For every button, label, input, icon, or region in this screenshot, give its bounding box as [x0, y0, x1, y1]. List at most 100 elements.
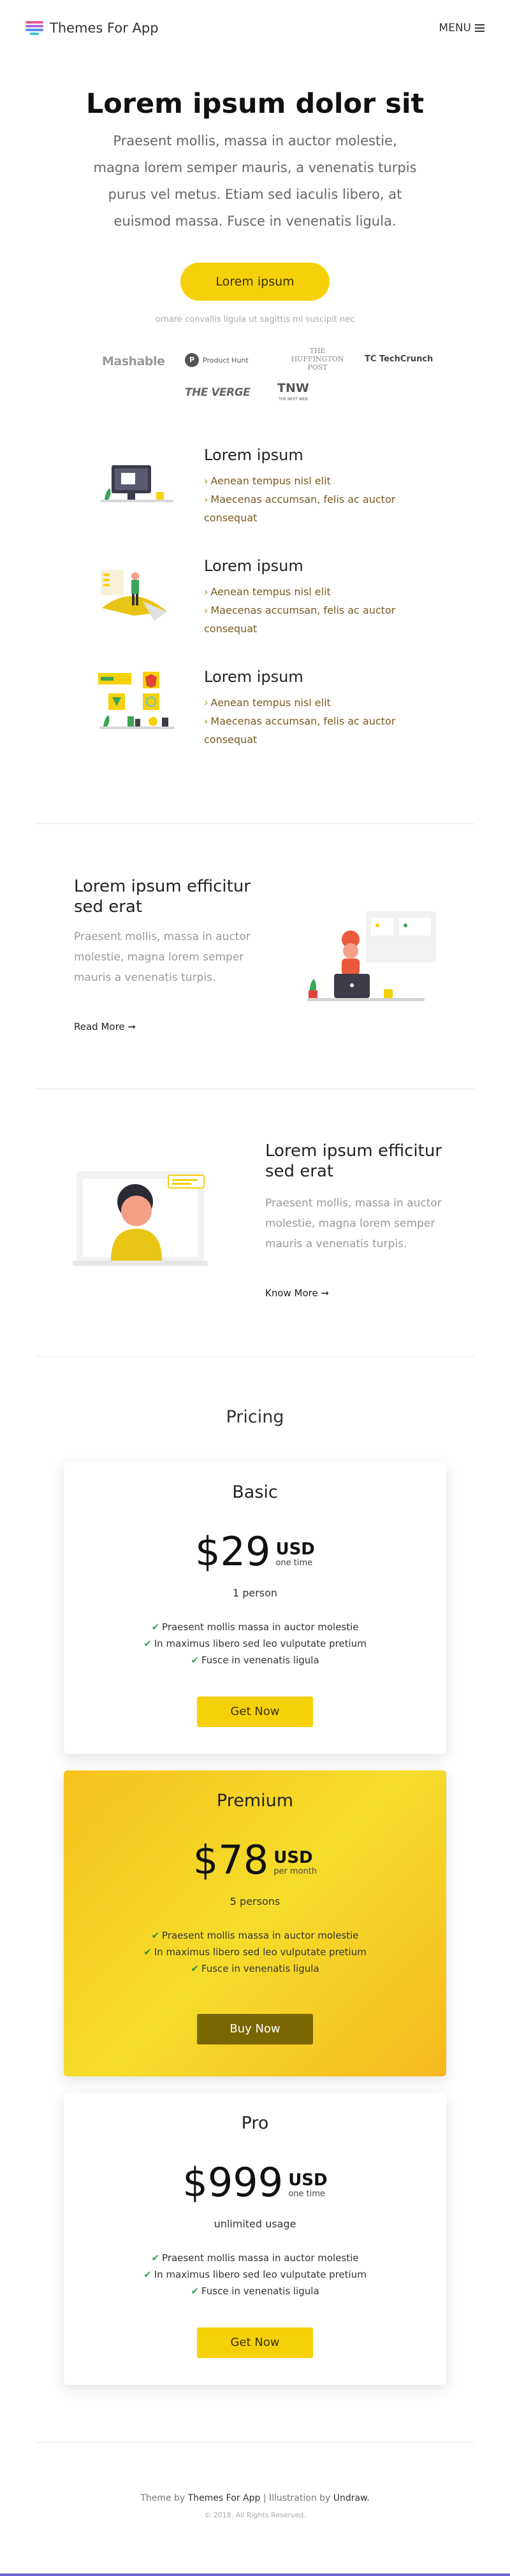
working-person-illustration-icon: [307, 911, 436, 1001]
check-icon: ✔: [151, 1621, 160, 1633]
plan-feature: ✔ Praesent mollis massa in auctor molesti…: [151, 1621, 359, 1633]
framework-tiles-illustration-icon: [98, 672, 175, 729]
plan-price: $78 USD per month: [64, 1838, 446, 1883]
chevron-right-icon: ›: [204, 697, 208, 709]
get-now-button[interactable]: Get Now: [197, 1697, 313, 1727]
feature-title: Lorem ipsum: [204, 668, 303, 686]
feature-list: › Aenean tempus nisl elit › Maecenas accum…: [204, 582, 421, 638]
plan-features: ✔ Praesent mollis massa in auctor molesti…: [64, 1927, 446, 1977]
plan-name: Basic: [232, 1482, 278, 1502]
chevron-right-icon: ›: [204, 493, 208, 505]
hamburger-icon: [475, 22, 484, 34]
section-divider: [36, 1356, 474, 1357]
get-now-button[interactable]: Get Now: [197, 2327, 313, 2358]
pricing-card-basic: Basic $29 USD one time 1 person ✔ Praesen…: [64, 1462, 446, 1754]
plan-name: Premium: [216, 1791, 294, 1811]
section-divider: [36, 2442, 474, 2443]
huffington-logo: THE HUFFINGTON POST: [291, 347, 344, 372]
check-icon: ✔: [143, 1946, 152, 1958]
buy-now-button[interactable]: Buy Now: [197, 2014, 313, 2044]
tnw-logo: TNW THE NEXT WEB: [277, 382, 309, 405]
footer-copyright: © 2018. All Rights Reserved.: [204, 2511, 306, 2519]
story-title: Lorem ipsum efficitur sed erat: [74, 877, 251, 916]
check-icon: ✔: [191, 1963, 199, 1974]
feature-bullet: › Aenean tempus nisl elit: [204, 586, 331, 598]
plan-price: $999 USD one time: [64, 2160, 446, 2205]
plan-period: per month: [273, 1867, 317, 1876]
brand[interactable]: Themes For App: [26, 20, 159, 36]
producthunt-logo: P Product Hunt: [185, 353, 249, 367]
check-icon: ✔: [151, 2252, 160, 2264]
hero-subtitle: Praesent mollis, massa in auctor molesti…: [93, 133, 417, 229]
check-icon: ✔: [143, 2269, 152, 2280]
hero-note: ornare convallis ligula ut sagittis mi s…: [155, 315, 355, 324]
check-icon: ✔: [191, 1654, 199, 1666]
plan-price: $29 USD one time: [64, 1530, 446, 1574]
menu-label: MENU: [439, 22, 471, 34]
themes-for-app-link[interactable]: Themes For App: [188, 2493, 261, 2503]
feature-bullet: › Maecenas accumsan, felis ac auctor cons…: [204, 604, 396, 635]
feature-list: › Aenean tempus nisl elit › Maecenas accum…: [204, 472, 421, 527]
tnw-label: TNW: [277, 381, 309, 395]
story-title: Lorem ipsum efficitur sed erat: [265, 1141, 442, 1181]
tnw-sub: THE NEXT WEB: [279, 397, 308, 402]
feature-bullet: › Aenean tempus nisl elit: [204, 475, 331, 487]
plan-feature: ✔ Fusce in venenatis ligula: [191, 1963, 319, 1974]
producthunt-label: Product Hunt: [203, 356, 249, 365]
plan-persons: 5 persons: [229, 1895, 280, 1907]
mashable-logo: Mashable: [102, 354, 165, 368]
bottom-accent-bar: [0, 2573, 510, 2576]
verge-logo: THE VERGE: [185, 386, 251, 399]
plan-period: one time: [275, 1558, 313, 1568]
plan-feature: ✔ In maximus libero sed leo vulputate pre…: [143, 2269, 367, 2280]
plan-amount: $999: [182, 2159, 284, 2206]
section-divider: [36, 823, 474, 824]
feature-title: Lorem ipsum: [204, 446, 303, 464]
undraw-link[interactable]: Undraw.: [333, 2493, 370, 2503]
plan-currency: USD: [273, 1848, 313, 1867]
techcrunch-logo: TC TechCrunch: [365, 354, 433, 364]
producthunt-icon: P: [185, 353, 199, 367]
presentation-illustration-icon: [101, 570, 167, 621]
brand-logo-icon: [26, 21, 43, 35]
feature-bullet: › Maecenas accumsan, felis ac auctor cons…: [204, 493, 396, 524]
plan-feature: ✔ Fusce in venenatis ligula: [191, 1654, 319, 1666]
feature-item: Lorem ipsum › Aenean tempus nisl elit › Ma…: [96, 446, 427, 542]
story-text: Praesent mollis, massa in auctor molesti…: [265, 1197, 442, 1250]
chevron-right-icon: ›: [204, 715, 208, 727]
brand-name: Themes For App: [50, 20, 159, 36]
feature-bullet: › Maecenas accumsan, felis ac auctor cons…: [204, 715, 396, 746]
read-more-link[interactable]: Read More ➞: [74, 1021, 136, 1032]
arrow-right-icon: ➞: [127, 1021, 136, 1032]
hero-title: Lorem ipsum dolor sit: [85, 88, 425, 120]
plan-currency: USD: [288, 2171, 328, 2190]
know-more-link[interactable]: Know More ➞: [265, 1287, 329, 1299]
techcrunch-label: TechCrunch: [379, 354, 433, 364]
plan-period: one time: [288, 2189, 325, 2199]
check-icon: ✔: [151, 1930, 160, 1941]
plan-features: ✔ Praesent mollis massa in auctor molesti…: [64, 2250, 446, 2299]
plan-amount: $29: [195, 1528, 271, 1575]
pricing-heading: Pricing: [226, 1407, 284, 1427]
feature-item: Lorem ipsum › Aenean tempus nisl elit › Ma…: [96, 557, 427, 653]
hero-cta-button[interactable]: Lorem ipsum: [180, 263, 330, 301]
chevron-right-icon: ›: [204, 604, 208, 616]
menu-button[interactable]: MENU: [439, 22, 484, 34]
plan-name: Pro: [241, 2113, 269, 2133]
chevron-right-icon: ›: [204, 586, 208, 598]
pricing-card-pro: Pro $999 USD one time unlimited usage ✔ P…: [64, 2093, 446, 2385]
plan-feature: ✔ Praesent mollis massa in auctor molesti…: [151, 1930, 359, 1941]
plan-features: ✔ Praesent mollis massa in auctor molesti…: [64, 1619, 446, 1668]
chevron-right-icon: ›: [204, 475, 208, 487]
pricing-card-premium: Premium $78 USD per month 5 persons ✔ Pra…: [64, 1770, 446, 2076]
arrow-right-icon: ➞: [321, 1287, 330, 1299]
story-text: Praesent mollis, massa in auctor molesti…: [74, 930, 251, 984]
footer-credits: Theme by Themes For App | Illustration b…: [140, 2493, 370, 2503]
feature-bullet: › Aenean tempus nisl elit: [204, 697, 331, 709]
plan-feature: ✔ In maximus libero sed leo vulputate pre…: [143, 1638, 367, 1649]
plan-feature: ✔ Fusce in venenatis ligula: [191, 2285, 319, 2297]
site-header: Themes For App MENU: [0, 0, 510, 57]
plan-persons: 1 person: [232, 1587, 278, 1599]
feature-title: Lorem ipsum: [204, 557, 303, 575]
plan-persons: unlimited usage: [214, 2218, 296, 2230]
